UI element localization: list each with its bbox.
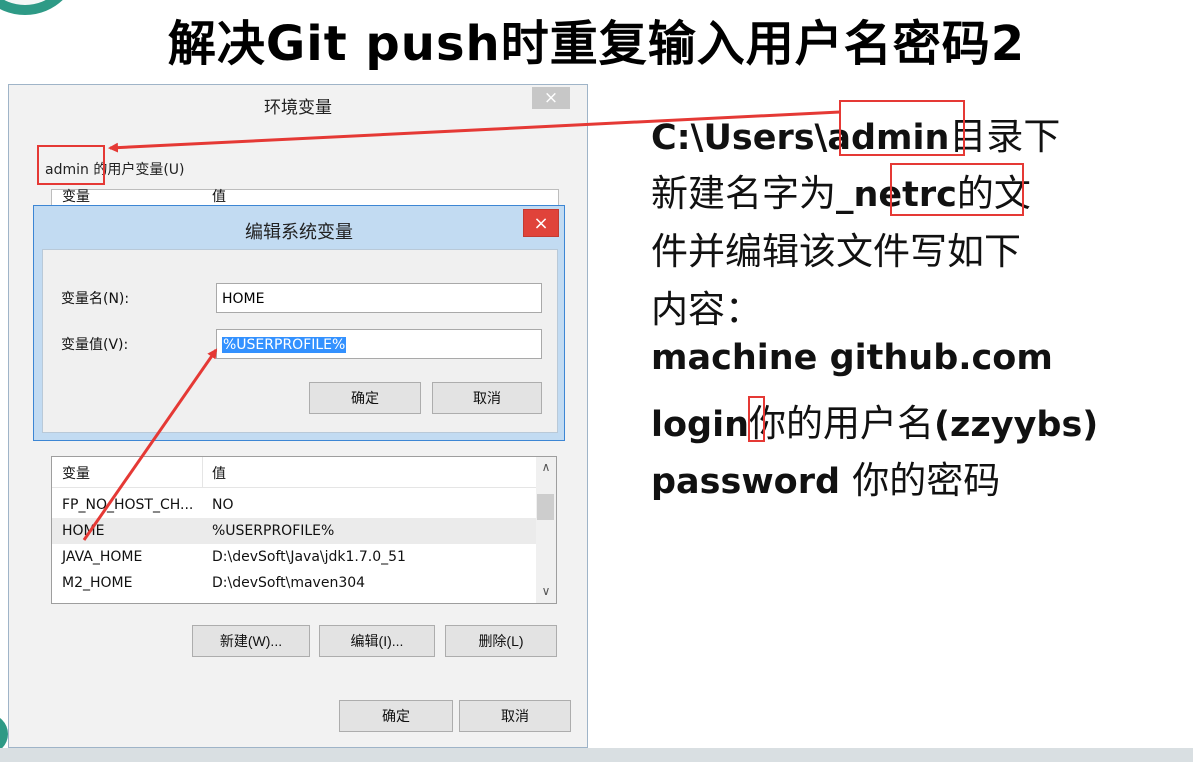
- arrow-admin: [108, 110, 841, 153]
- arrow-home-value: [82, 348, 218, 541]
- annotation-arrows: [82, 110, 841, 541]
